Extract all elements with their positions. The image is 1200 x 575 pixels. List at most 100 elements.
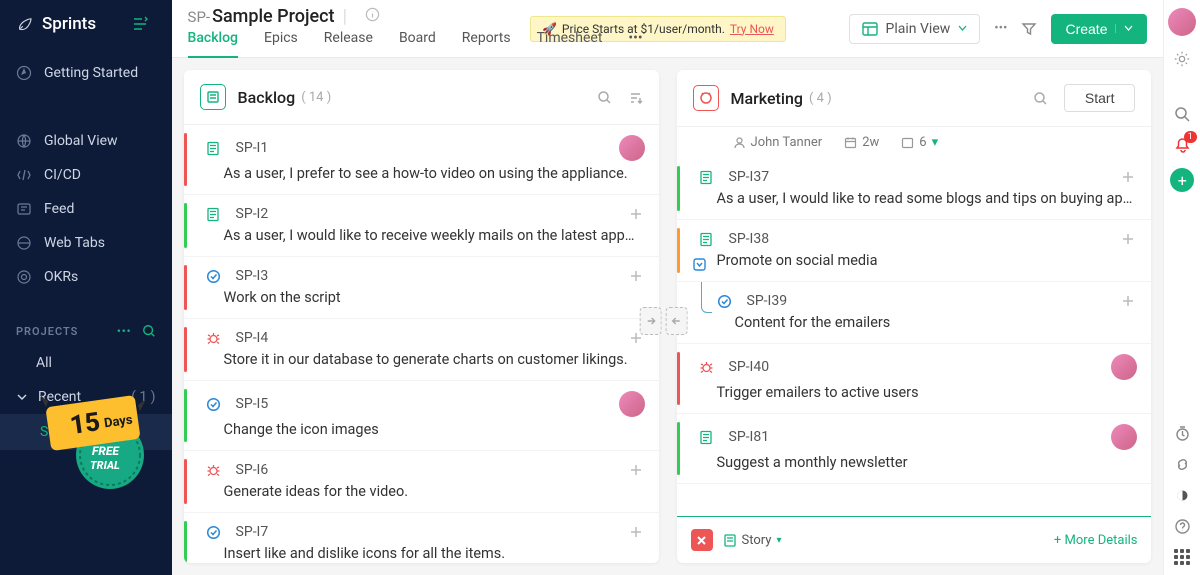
chevron-down-icon (16, 391, 28, 403)
bug-icon (206, 331, 224, 346)
item-type-picker[interactable]: Story ▾ (723, 533, 782, 548)
item-id: SP-I4 (236, 330, 269, 346)
notif-badge: 1 (1184, 131, 1197, 143)
nav-label: CI/CD (44, 167, 81, 183)
add-sub-item-icon[interactable] (627, 267, 645, 285)
work-item[interactable]: SP-I38Promote on social media (677, 220, 1152, 282)
add-sub-item-icon[interactable] (1119, 230, 1137, 248)
backlog-title: Backlog (238, 88, 296, 107)
cancel-new-item[interactable] (691, 529, 713, 551)
work-item[interactable]: SP-I5Change the icon images (184, 381, 659, 451)
work-item[interactable]: SP-I7Insert like and dislike icons for a… (184, 513, 659, 563)
target-icon (16, 269, 32, 285)
story-icon (206, 141, 224, 156)
sort-icon[interactable] (628, 90, 643, 105)
work-item[interactable]: SP-I81Suggest a monthly newsletter (677, 414, 1152, 484)
more-details-link[interactable]: + More Details (1054, 533, 1138, 548)
task-icon (717, 294, 735, 309)
menu-toggle-icon[interactable] (132, 16, 156, 32)
nav-cicd[interactable]: CI/CD (0, 158, 172, 192)
work-item[interactable]: SP-I4Store it in our database to generat… (184, 319, 659, 381)
work-item[interactable]: SP-I40Trigger emailers to active users (677, 344, 1152, 414)
move-left-icon[interactable] (665, 307, 687, 335)
search-icon[interactable] (1033, 91, 1048, 106)
assignee-avatar[interactable] (1111, 354, 1137, 380)
nav-getting-started[interactable]: Getting Started (0, 56, 172, 90)
user-icon (733, 136, 746, 149)
bug-icon (699, 360, 717, 375)
marketing-column: Marketing ( 4 ) Start John Tanner 2w (677, 70, 1152, 563)
svg-text:FREE: FREE (92, 444, 120, 458)
sprint-points[interactable]: 6 ▾ (901, 135, 938, 150)
add-sub-item-icon[interactable] (627, 523, 645, 541)
trial-badge[interactable]: 15 Days FREE TRIAL (30, 383, 160, 493)
sprint-duration[interactable]: 2w (844, 135, 879, 150)
info-icon[interactable] (365, 7, 380, 22)
timer-icon[interactable] (1174, 425, 1191, 442)
tab-release[interactable]: Release (324, 30, 373, 58)
nav-okrs[interactable]: OKRs (0, 260, 172, 294)
apps-icon[interactable] (1174, 549, 1190, 565)
task-icon (206, 269, 224, 284)
collapse-icon[interactable] (693, 258, 706, 271)
tab-timesheet[interactable]: Timesheet (537, 30, 603, 58)
item-title: Insert like and dislike icons for all th… (184, 545, 659, 563)
tab-epics[interactable]: Epics (264, 30, 298, 58)
add-sub-item-icon[interactable] (627, 205, 645, 223)
add-sub-item-icon[interactable] (1119, 292, 1137, 310)
topbar: SP- Sample Project | Backlog Epics Relea… (172, 0, 1164, 58)
help-icon[interactable] (1174, 518, 1191, 535)
work-item[interactable]: SP-I6Generate ideas for the video. (184, 451, 659, 513)
start-sprint-button[interactable]: Start (1064, 84, 1136, 112)
filter-icon[interactable] (1021, 21, 1037, 37)
settings-icon[interactable] (1173, 50, 1191, 68)
quick-add-button[interactable]: + (1170, 168, 1194, 192)
work-item[interactable]: SP-I37As a user, I would like to read so… (677, 158, 1152, 220)
projects-more-icon[interactable]: ••• (117, 325, 132, 338)
rightbar: 1 + (1163, 0, 1200, 575)
tab-board[interactable]: Board (399, 30, 436, 58)
add-sub-item-icon[interactable] (627, 461, 645, 479)
view-selector[interactable]: Plain View (849, 14, 981, 44)
caret-down-icon: ▾ (932, 135, 939, 150)
work-item[interactable]: SP-I2As a user, I would like to receive … (184, 195, 659, 257)
item-title: As a user, I prefer to see a how-to vide… (184, 165, 659, 194)
link-icon[interactable] (1174, 456, 1191, 473)
add-sub-item-icon[interactable] (1119, 168, 1137, 186)
projects-all[interactable]: All (0, 346, 172, 380)
create-button[interactable]: Create (1051, 14, 1147, 44)
webtabs-icon (16, 235, 32, 251)
more-icon[interactable]: ••• (994, 21, 1007, 36)
item-id: SP-I3 (236, 268, 269, 284)
tab-more[interactable]: ••• (628, 30, 642, 58)
tab-backlog[interactable]: Backlog (188, 30, 238, 58)
avatar[interactable] (1168, 8, 1196, 36)
item-title: Generate ideas for the video. (184, 483, 659, 512)
nav-label: Web Tabs (44, 235, 105, 251)
caret-down-icon (1115, 24, 1133, 33)
nav-web-tabs[interactable]: Web Tabs (0, 226, 172, 260)
compass-icon (16, 65, 32, 81)
work-item[interactable]: SP-I39Content for the emailers (677, 282, 1152, 344)
task-icon (206, 525, 224, 540)
theme-icon[interactable] (1174, 487, 1191, 504)
notifications-icon[interactable]: 1 (1174, 137, 1191, 154)
assignee-avatar[interactable] (1111, 424, 1137, 450)
work-item[interactable]: SP-I3Work on the script (184, 257, 659, 319)
nav-global-view[interactable]: Global View (0, 124, 172, 158)
svg-text:TRIAL: TRIAL (90, 459, 120, 472)
assignee-avatar[interactable] (619, 391, 645, 417)
projects-search-icon[interactable] (142, 324, 156, 338)
promo-cta[interactable]: Try Now (730, 22, 774, 36)
sprint-owner[interactable]: John Tanner (733, 135, 823, 150)
item-id: SP-I39 (747, 293, 788, 309)
nav-feed[interactable]: Feed (0, 192, 172, 226)
tab-reports[interactable]: Reports (462, 30, 511, 58)
search-icon[interactable] (597, 90, 612, 105)
work-item[interactable]: SP-I1As a user, I prefer to see a how-to… (184, 125, 659, 195)
item-title: As a user, I would like to receive weekl… (184, 227, 659, 256)
svg-text:15: 15 (68, 407, 102, 441)
move-right-icon[interactable] (639, 307, 661, 335)
search-icon[interactable] (1174, 106, 1191, 123)
assignee-avatar[interactable] (619, 135, 645, 161)
